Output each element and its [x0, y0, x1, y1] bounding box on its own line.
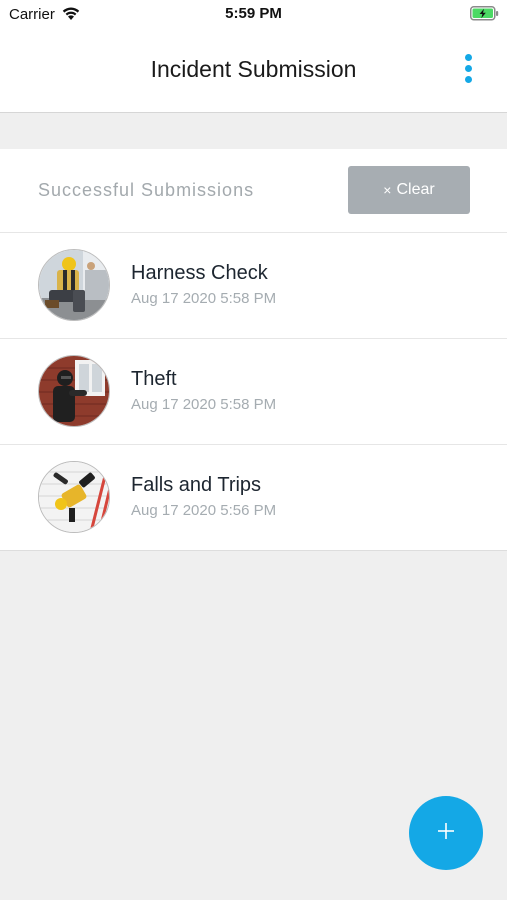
navigation-bar: Incident Submission: [0, 28, 507, 113]
more-dot: [464, 76, 472, 83]
more-dot: [464, 65, 472, 72]
submission-row-theft[interactable]: Theft Aug 17 2020 5:58 PM: [0, 339, 507, 445]
status-time: 5:59 PM: [225, 5, 282, 22]
submission-title: Falls and Trips: [131, 474, 262, 496]
submission-date: Aug 17 2020 5:56 PM: [131, 502, 277, 519]
submission-title: Theft: [131, 368, 177, 390]
more-vertical-icon[interactable]: [458, 54, 478, 86]
clear-button[interactable]: × Clear: [348, 166, 470, 214]
more-dot: [464, 54, 472, 61]
submission-row-falls-and-trips[interactable]: Falls and Trips Aug 17 2020 5:56 PM: [0, 445, 507, 550]
harness-worker-photo: [38, 249, 110, 321]
burglar-window-photo: [38, 355, 110, 427]
submission-row-harness-check[interactable]: Harness Check Aug 17 2020 5:58 PM: [0, 233, 507, 339]
close-icon: ×: [383, 182, 392, 198]
status-bar: Carrier 5:59 PM: [0, 0, 507, 28]
section-title: Successful Submissions: [38, 180, 255, 200]
submissions-card: Successful Submissions × Clear Harness C…: [0, 149, 507, 551]
submission-date: Aug 17 2020 5:58 PM: [131, 396, 277, 413]
page-title: Incident Submission: [150, 56, 357, 82]
clear-button-label: Clear: [396, 181, 435, 198]
plus-icon: [436, 821, 456, 846]
add-submission-button[interactable]: [409, 796, 483, 870]
section-header: Successful Submissions × Clear: [0, 149, 507, 233]
ladder-fall-photo: [38, 461, 110, 533]
submission-title: Harness Check: [131, 262, 268, 284]
submission-date: Aug 17 2020 5:58 PM: [131, 290, 277, 307]
battery-charging-icon: [470, 6, 500, 26]
